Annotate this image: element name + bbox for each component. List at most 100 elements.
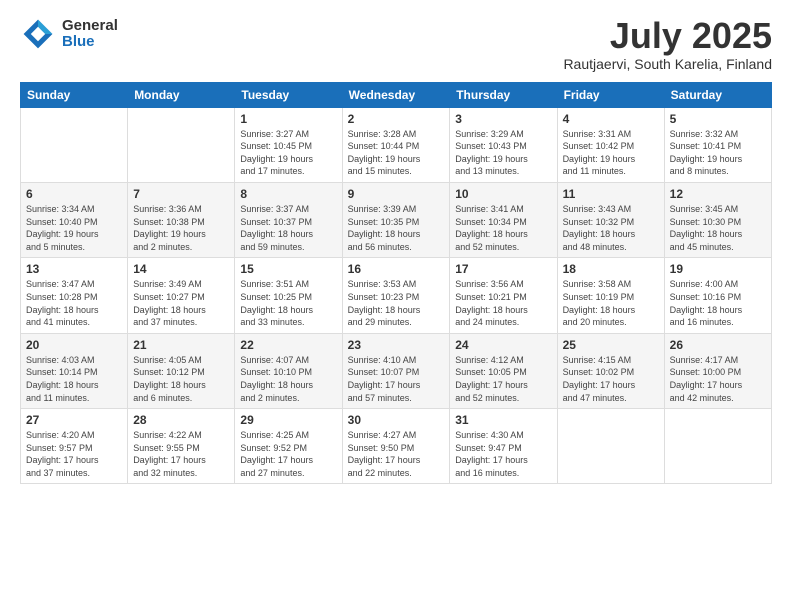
calendar-cell: 19 Sunrise: 4:00 AM Sunset: 10:16 PM Dayl… bbox=[664, 258, 771, 333]
calendar-cell: 26 Sunrise: 4:17 AM Sunset: 10:00 PM Dayl… bbox=[664, 333, 771, 408]
calendar-cell: 3Sunrise: 3:29 AM Sunset: 10:43 PM Dayli… bbox=[450, 107, 557, 182]
day-detail: Sunrise: 3:51 AM Sunset: 10:25 PM Daylig… bbox=[240, 278, 336, 328]
calendar-cell: 17 Sunrise: 3:56 AM Sunset: 10:21 PM Dayl… bbox=[450, 258, 557, 333]
calendar-cell: 29 Sunrise: 4:25 AM Sunset: 9:52 PM Dayli… bbox=[235, 409, 342, 484]
calendar-cell: 8 Sunrise: 3:37 AM Sunset: 10:37 PM Dayli… bbox=[235, 182, 342, 257]
day-number: 12 bbox=[670, 187, 766, 201]
day-number: 17 bbox=[455, 262, 551, 276]
day-number: 31 bbox=[455, 413, 551, 427]
calendar-cell: 24 Sunrise: 4:12 AM Sunset: 10:05 PM Dayl… bbox=[450, 333, 557, 408]
logo-text: General Blue bbox=[62, 18, 118, 51]
day-detail: Sunrise: 3:58 AM Sunset: 10:19 PM Daylig… bbox=[563, 278, 659, 328]
day-detail: Sunrise: 3:47 AM Sunset: 10:28 PM Daylig… bbox=[26, 278, 122, 328]
logo-general-text: General bbox=[62, 18, 118, 35]
day-number: 22 bbox=[240, 338, 336, 352]
page: General Blue July 2025 Rautjaervi, South… bbox=[0, 0, 792, 612]
calendar-week-5: 27 Sunrise: 4:20 AM Sunset: 9:57 PM Dayli… bbox=[21, 409, 772, 484]
day-number: 3 bbox=[455, 112, 551, 126]
day-detail: Sunrise: 4:10 AM Sunset: 10:07 PM Daylig… bbox=[348, 354, 445, 404]
calendar-cell bbox=[557, 409, 664, 484]
col-sunday: Sunday bbox=[21, 82, 128, 107]
calendar-cell: 25Sunrise: 4:15 AM Sunset: 10:02 PM Dayl… bbox=[557, 333, 664, 408]
calendar-cell bbox=[21, 107, 128, 182]
col-monday: Monday bbox=[128, 82, 235, 107]
calendar-cell: 11Sunrise: 3:43 AM Sunset: 10:32 PM Dayl… bbox=[557, 182, 664, 257]
day-detail: Sunrise: 4:30 AM Sunset: 9:47 PM Dayligh… bbox=[455, 429, 551, 479]
title-block: July 2025 Rautjaervi, South Karelia, Fin… bbox=[563, 16, 772, 72]
day-number: 8 bbox=[240, 187, 336, 201]
day-number: 6 bbox=[26, 187, 122, 201]
day-number: 19 bbox=[670, 262, 766, 276]
calendar-week-2: 6Sunrise: 3:34 AM Sunset: 10:40 PM Dayli… bbox=[21, 182, 772, 257]
calendar-cell: 10Sunrise: 3:41 AM Sunset: 10:34 PM Dayl… bbox=[450, 182, 557, 257]
day-detail: Sunrise: 3:37 AM Sunset: 10:37 PM Daylig… bbox=[240, 203, 336, 253]
day-detail: Sunrise: 4:12 AM Sunset: 10:05 PM Daylig… bbox=[455, 354, 551, 404]
calendar-cell: 2Sunrise: 3:28 AM Sunset: 10:44 PM Dayli… bbox=[342, 107, 450, 182]
day-detail: Sunrise: 4:25 AM Sunset: 9:52 PM Dayligh… bbox=[240, 429, 336, 479]
day-number: 13 bbox=[26, 262, 122, 276]
calendar-cell: 16 Sunrise: 3:53 AM Sunset: 10:23 PM Dayl… bbox=[342, 258, 450, 333]
day-number: 1 bbox=[240, 112, 336, 126]
day-detail: Sunrise: 4:03 AM Sunset: 10:14 PM Daylig… bbox=[26, 354, 122, 404]
day-number: 7 bbox=[133, 187, 229, 201]
calendar-week-4: 20Sunrise: 4:03 AM Sunset: 10:14 PM Dayl… bbox=[21, 333, 772, 408]
calendar-cell: 31 Sunrise: 4:30 AM Sunset: 9:47 PM Dayli… bbox=[450, 409, 557, 484]
logo: General Blue bbox=[20, 16, 118, 52]
calendar-week-1: 1 Sunrise: 3:27 AM Sunset: 10:45 PM Dayli… bbox=[21, 107, 772, 182]
day-number: 26 bbox=[670, 338, 766, 352]
day-number: 18 bbox=[563, 262, 659, 276]
day-detail: Sunrise: 4:20 AM Sunset: 9:57 PM Dayligh… bbox=[26, 429, 122, 479]
calendar-cell bbox=[664, 409, 771, 484]
day-detail: Sunrise: 3:56 AM Sunset: 10:21 PM Daylig… bbox=[455, 278, 551, 328]
calendar-cell: 28Sunrise: 4:22 AM Sunset: 9:55 PM Dayli… bbox=[128, 409, 235, 484]
calendar-cell: 14Sunrise: 3:49 AM Sunset: 10:27 PM Dayl… bbox=[128, 258, 235, 333]
day-number: 24 bbox=[455, 338, 551, 352]
day-detail: Sunrise: 3:53 AM Sunset: 10:23 PM Daylig… bbox=[348, 278, 445, 328]
day-detail: Sunrise: 3:28 AM Sunset: 10:44 PM Daylig… bbox=[348, 128, 445, 178]
day-detail: Sunrise: 3:49 AM Sunset: 10:27 PM Daylig… bbox=[133, 278, 229, 328]
day-number: 4 bbox=[563, 112, 659, 126]
day-number: 23 bbox=[348, 338, 445, 352]
calendar-header-row: Sunday Monday Tuesday Wednesday Thursday… bbox=[21, 82, 772, 107]
day-detail: Sunrise: 4:17 AM Sunset: 10:00 PM Daylig… bbox=[670, 354, 766, 404]
calendar-cell: 1 Sunrise: 3:27 AM Sunset: 10:45 PM Dayli… bbox=[235, 107, 342, 182]
calendar-cell: 15Sunrise: 3:51 AM Sunset: 10:25 PM Dayl… bbox=[235, 258, 342, 333]
day-detail: Sunrise: 3:31 AM Sunset: 10:42 PM Daylig… bbox=[563, 128, 659, 178]
day-detail: Sunrise: 3:39 AM Sunset: 10:35 PM Daylig… bbox=[348, 203, 445, 253]
day-detail: Sunrise: 4:27 AM Sunset: 9:50 PM Dayligh… bbox=[348, 429, 445, 479]
day-number: 29 bbox=[240, 413, 336, 427]
day-number: 27 bbox=[26, 413, 122, 427]
day-number: 9 bbox=[348, 187, 445, 201]
col-thursday: Thursday bbox=[450, 82, 557, 107]
day-detail: Sunrise: 3:36 AM Sunset: 10:38 PM Daylig… bbox=[133, 203, 229, 253]
col-friday: Friday bbox=[557, 82, 664, 107]
day-detail: Sunrise: 4:15 AM Sunset: 10:02 PM Daylig… bbox=[563, 354, 659, 404]
calendar-table: Sunday Monday Tuesday Wednesday Thursday… bbox=[20, 82, 772, 485]
calendar-cell: 12 Sunrise: 3:45 AM Sunset: 10:30 PM Dayl… bbox=[664, 182, 771, 257]
day-detail: Sunrise: 3:45 AM Sunset: 10:30 PM Daylig… bbox=[670, 203, 766, 253]
day-detail: Sunrise: 4:07 AM Sunset: 10:10 PM Daylig… bbox=[240, 354, 336, 404]
day-detail: Sunrise: 4:05 AM Sunset: 10:12 PM Daylig… bbox=[133, 354, 229, 404]
col-tuesday: Tuesday bbox=[235, 82, 342, 107]
day-detail: Sunrise: 4:00 AM Sunset: 10:16 PM Daylig… bbox=[670, 278, 766, 328]
day-detail: Sunrise: 3:32 AM Sunset: 10:41 PM Daylig… bbox=[670, 128, 766, 178]
calendar-title: July 2025 bbox=[563, 16, 772, 56]
day-number: 28 bbox=[133, 413, 229, 427]
day-detail: Sunrise: 3:27 AM Sunset: 10:45 PM Daylig… bbox=[240, 128, 336, 178]
calendar-cell: 21Sunrise: 4:05 AM Sunset: 10:12 PM Dayl… bbox=[128, 333, 235, 408]
day-number: 16 bbox=[348, 262, 445, 276]
calendar-cell: 13 Sunrise: 3:47 AM Sunset: 10:28 PM Dayl… bbox=[21, 258, 128, 333]
calendar-week-3: 13 Sunrise: 3:47 AM Sunset: 10:28 PM Dayl… bbox=[21, 258, 772, 333]
calendar-cell: 9 Sunrise: 3:39 AM Sunset: 10:35 PM Dayli… bbox=[342, 182, 450, 257]
calendar-cell: 27 Sunrise: 4:20 AM Sunset: 9:57 PM Dayli… bbox=[21, 409, 128, 484]
calendar-cell: 23 Sunrise: 4:10 AM Sunset: 10:07 PM Dayl… bbox=[342, 333, 450, 408]
col-saturday: Saturday bbox=[664, 82, 771, 107]
calendar-cell: 5Sunrise: 3:32 AM Sunset: 10:41 PM Dayli… bbox=[664, 107, 771, 182]
calendar-cell bbox=[128, 107, 235, 182]
calendar-cell: 18 Sunrise: 3:58 AM Sunset: 10:19 PM Dayl… bbox=[557, 258, 664, 333]
col-wednesday: Wednesday bbox=[342, 82, 450, 107]
logo-icon bbox=[20, 16, 56, 52]
day-number: 30 bbox=[348, 413, 445, 427]
day-number: 10 bbox=[455, 187, 551, 201]
calendar-location: Rautjaervi, South Karelia, Finland bbox=[563, 56, 772, 72]
